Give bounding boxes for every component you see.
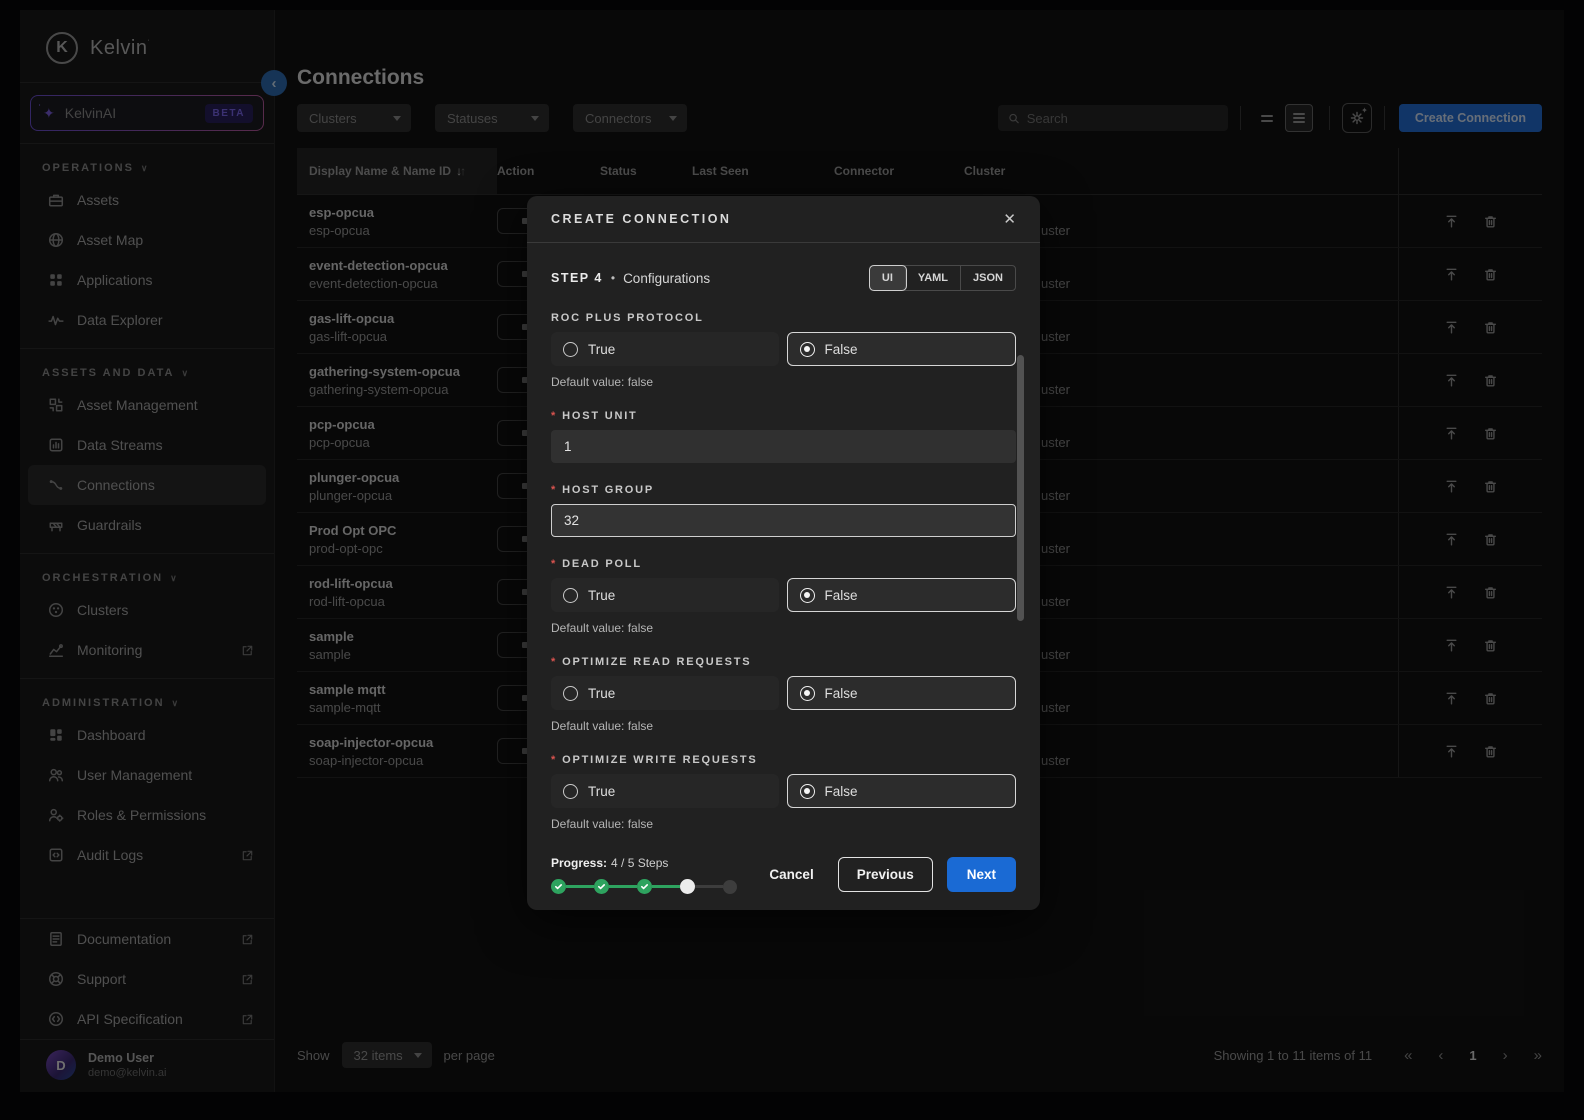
step-name: Configurations <box>623 271 710 286</box>
modal-footer: Progress: 4 / 5 Steps Cancel Previous Nex… <box>527 848 1040 910</box>
progress-label: Progress: <box>551 856 607 870</box>
radio-option-false[interactable]: False <box>787 332 1017 366</box>
radio-group: TrueFalse <box>551 676 1016 710</box>
radio-group: TrueFalse <box>551 332 1016 366</box>
step-done-icon <box>594 879 609 894</box>
field-label: *HOST GROUP <box>551 484 1016 496</box>
field-label: *OPTIMIZE READ REQUESTS <box>551 656 1016 668</box>
field-helper-text: Default value: false <box>551 621 1016 635</box>
tab-yaml[interactable]: YAML <box>906 266 961 290</box>
radio-option-false[interactable]: False <box>787 676 1017 710</box>
required-asterisk: * <box>551 410 557 422</box>
step-connector <box>566 885 594 888</box>
radio-group: TrueFalse <box>551 578 1016 612</box>
radio-icon <box>563 686 578 701</box>
input-host-unit[interactable]: 1 <box>551 430 1016 463</box>
step-done-icon <box>551 879 566 894</box>
step-connector <box>652 885 680 888</box>
progress-value: 4 / 5 Steps <box>611 856 668 870</box>
required-asterisk: * <box>551 484 557 496</box>
close-icon[interactable]: ✕ <box>1003 210 1016 228</box>
radio-option-false[interactable]: False <box>787 578 1017 612</box>
step-current-icon <box>680 879 695 894</box>
view-mode-tabs: UIYAMLJSON <box>869 265 1016 291</box>
radio-option-true[interactable]: True <box>551 676 779 710</box>
field-label: ROC PLUS PROTOCOL <box>551 312 1016 324</box>
previous-button[interactable]: Previous <box>838 857 933 892</box>
step-connector <box>695 885 723 888</box>
radio-icon <box>563 784 578 799</box>
field-helper-text: Default value: false <box>551 375 1016 389</box>
field-helper-text: Default value: false <box>551 817 1016 831</box>
field-label: *DEAD POLL <box>551 558 1016 570</box>
step-done-icon <box>637 879 652 894</box>
field-helper-text: Default value: false <box>551 719 1016 733</box>
required-asterisk: * <box>551 558 557 570</box>
field-label: *OPTIMIZE WRITE REQUESTS <box>551 754 1016 766</box>
radio-icon <box>563 588 578 603</box>
progress-steps <box>551 879 737 894</box>
step-separator: • <box>611 271 615 285</box>
step-todo-icon <box>723 880 737 894</box>
radio-option-true[interactable]: True <box>551 332 779 366</box>
scrollbar-thumb[interactable] <box>1017 355 1024 621</box>
radio-option-false[interactable]: False <box>787 774 1017 808</box>
radio-selected-icon <box>800 784 815 799</box>
config-form: ROC PLUS PROTOCOLTrueFalseDefault value:… <box>551 312 1016 831</box>
step-connector <box>609 885 637 888</box>
radio-group: TrueFalse <box>551 774 1016 808</box>
cancel-button[interactable]: Cancel <box>759 867 823 882</box>
modal-header: CREATE CONNECTION ✕ <box>527 196 1040 243</box>
input-host-group[interactable]: 32 <box>551 504 1016 537</box>
modal-body: STEP 4 • Configurations UIYAMLJSON ROC P… <box>527 243 1040 848</box>
progress-block: Progress: 4 / 5 Steps <box>551 854 737 894</box>
modal-title: CREATE CONNECTION <box>551 212 731 226</box>
tab-json[interactable]: JSON <box>961 266 1015 290</box>
required-asterisk: * <box>551 754 557 766</box>
step-label: STEP 4 <box>551 271 603 285</box>
radio-selected-icon <box>800 342 815 357</box>
radio-option-true[interactable]: True <box>551 774 779 808</box>
radio-option-true[interactable]: True <box>551 578 779 612</box>
next-button[interactable]: Next <box>947 857 1016 892</box>
field-label: *HOST UNIT <box>551 410 1016 422</box>
tab-ui[interactable]: UI <box>870 266 906 290</box>
required-asterisk: * <box>551 656 557 668</box>
radio-selected-icon <box>800 686 815 701</box>
radio-icon <box>563 342 578 357</box>
create-connection-modal: CREATE CONNECTION ✕ STEP 4 • Configurati… <box>527 196 1040 910</box>
radio-selected-icon <box>800 588 815 603</box>
